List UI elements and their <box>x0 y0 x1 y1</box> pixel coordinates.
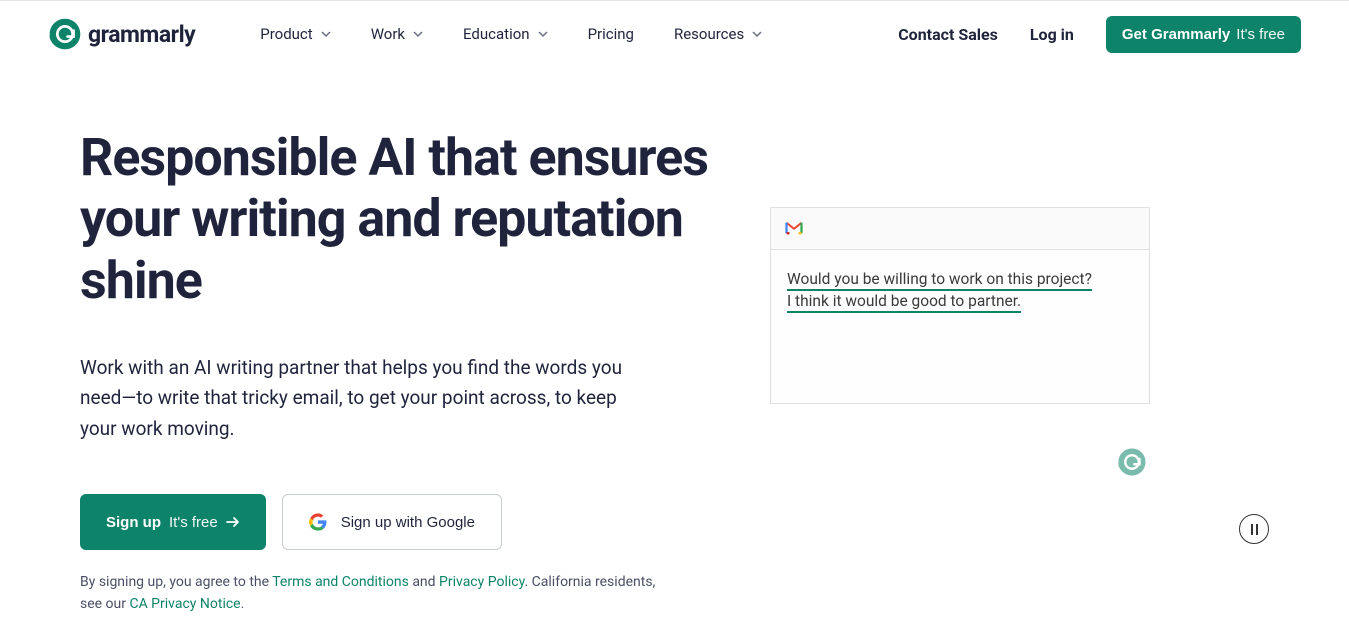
nav-label: Pricing <box>588 25 634 43</box>
chevron-down-icon <box>321 29 331 39</box>
chevron-down-icon <box>752 29 762 39</box>
brand-logo[interactable]: grammarly <box>48 17 195 51</box>
google-icon <box>309 513 327 531</box>
privacy-link[interactable]: Privacy Policy <box>439 574 524 590</box>
grammarly-badge-icon <box>1117 447 1147 477</box>
hero-subtitle: Work with an AI writing partner that hel… <box>80 353 645 444</box>
login-link[interactable]: Log in <box>1030 25 1074 44</box>
nav-label: Resources <box>674 25 744 43</box>
terms-link[interactable]: Terms and Conditions <box>272 574 409 590</box>
nav-label: Product <box>260 25 312 43</box>
email-line-1: Would you be willing to work on this pro… <box>787 270 1092 291</box>
signup-button[interactable]: Sign up It's free <box>80 494 266 550</box>
signup-main-label: Sign up <box>106 514 161 531</box>
grammarly-badge <box>1117 447 1147 481</box>
primary-nav: Product Work Education Pricing Resources <box>260 25 762 43</box>
pause-icon <box>1251 524 1258 535</box>
cta-main-label: Get Grammarly <box>1122 26 1230 43</box>
hero-title: Responsible AI that ensures your writing… <box>80 127 720 311</box>
cta-sub-label: It's free <box>1236 26 1285 43</box>
ca-privacy-link[interactable]: CA Privacy Notice <box>129 596 240 612</box>
legal-and: and <box>409 574 439 590</box>
chevron-down-icon <box>538 29 548 39</box>
header-right: Contact Sales Log in Get Grammarly It's … <box>898 16 1301 53</box>
nav-label: Work <box>371 25 405 43</box>
gmail-icon <box>785 221 803 235</box>
email-mockup: Would you be willing to work on this pro… <box>770 207 1150 404</box>
contact-sales-link[interactable]: Contact Sales <box>898 25 998 44</box>
nav-item-education[interactable]: Education <box>463 25 548 43</box>
hero-content: Responsible AI that ensures your writing… <box>80 127 720 616</box>
hero-demo: Would you be willing to work on this pro… <box>770 127 1269 616</box>
brand-name: grammarly <box>88 21 195 48</box>
hero-section: Responsible AI that ensures your writing… <box>0 67 1349 616</box>
email-header <box>771 208 1149 250</box>
chevron-down-icon <box>413 29 423 39</box>
signup-google-button[interactable]: Sign up with Google <box>282 494 502 550</box>
email-body: Would you be willing to work on this pro… <box>771 250 1149 403</box>
grammarly-logo-icon <box>48 17 82 51</box>
nav-item-pricing[interactable]: Pricing <box>588 25 634 43</box>
hero-buttons: Sign up It's free Sign up with Google <box>80 494 720 550</box>
main-header: grammarly Product Work Education Pricing… <box>0 1 1349 67</box>
nav-item-resources[interactable]: Resources <box>674 25 762 43</box>
arrow-right-icon <box>226 516 240 528</box>
signup-sub-label: It's free <box>169 514 218 531</box>
nav-item-product[interactable]: Product <box>260 25 330 43</box>
legal-text: By signing up, you agree to the Terms an… <box>80 572 660 615</box>
legal-suffix: . <box>241 596 245 612</box>
email-text: Would you be willing to work on this pro… <box>787 268 1133 313</box>
nav-label: Education <box>463 25 530 43</box>
get-grammarly-button[interactable]: Get Grammarly It's free <box>1106 16 1301 53</box>
google-button-label: Sign up with Google <box>341 514 475 531</box>
pause-animation-button[interactable] <box>1239 514 1269 544</box>
email-line-2: I think it would be good to partner. <box>787 292 1021 313</box>
nav-item-work[interactable]: Work <box>371 25 423 43</box>
legal-prefix: By signing up, you agree to the <box>80 574 272 590</box>
